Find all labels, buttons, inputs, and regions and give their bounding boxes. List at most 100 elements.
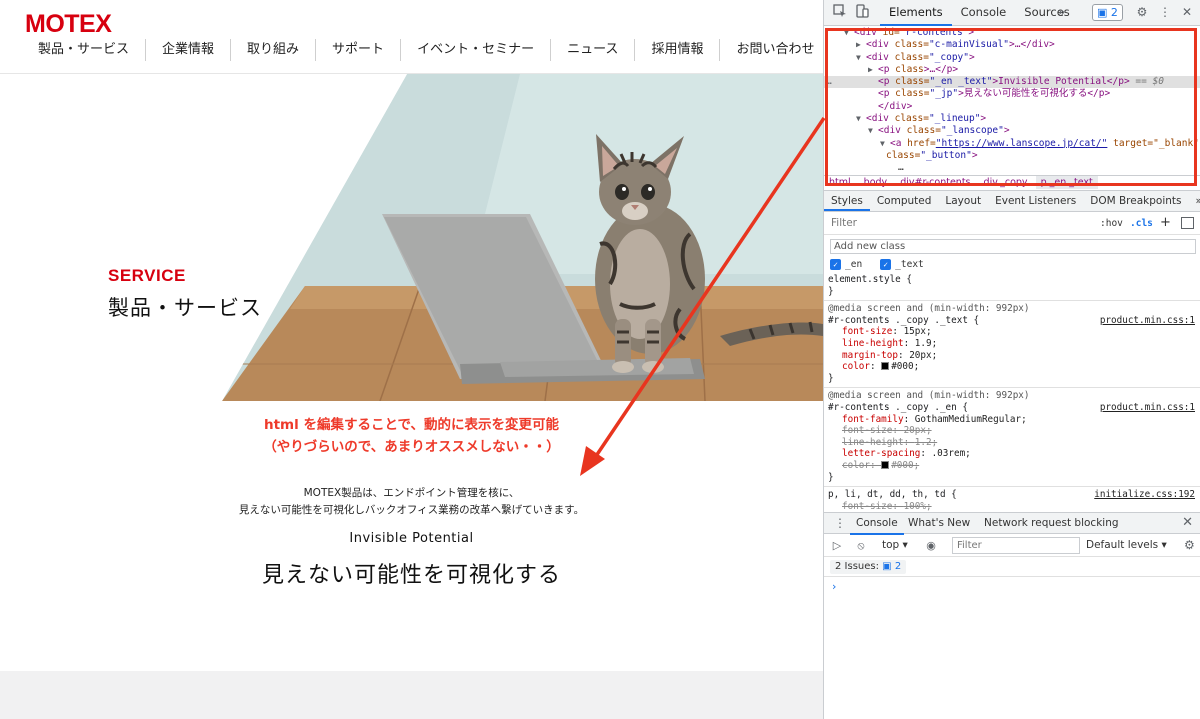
site-header: MOTEX 製品・サービス 企業情報 取り組み サポート イベント・セミナー ニ…: [0, 0, 823, 74]
tab-console[interactable]: Console: [952, 0, 1016, 26]
more-options-icon[interactable]: ⋮: [1157, 4, 1173, 20]
breadcrumb-html[interactable]: html: [824, 176, 856, 189]
close-devtools-icon[interactable]: ✕: [1179, 4, 1195, 20]
dom-node[interactable]: <p class="_jp">見えない可能性を可視化する</p>: [824, 88, 1200, 100]
dom-node-selected[interactable]: … <p class="_en _text">Invisible Potentia…: [824, 76, 1200, 89]
css-property-overridden[interactable]: color: #000;: [828, 460, 1197, 472]
tab-dom-breakpoints[interactable]: DOM Breakpoints: [1083, 191, 1188, 211]
issues-badge[interactable]: ▣ 2: [1092, 4, 1123, 21]
drawer-tab-console[interactable]: Console: [850, 513, 904, 535]
dom-node[interactable]: ▶ <div class="c-mainVisual">…</div>: [824, 39, 1200, 51]
dom-node[interactable]: </div>: [824, 101, 1200, 113]
class-en-label: _en: [845, 259, 863, 270]
tab-sources[interactable]: Sources: [1015, 0, 1079, 26]
drawer-menu-icon[interactable]: ⋮: [834, 516, 846, 530]
issues-count: 2: [1110, 6, 1118, 19]
rule-source-link[interactable]: product.min.css:1: [1100, 315, 1195, 327]
nav-recruit[interactable]: 採用情報: [634, 39, 719, 61]
element-style-selector: element.style {: [828, 274, 912, 285]
dom-node[interactable]: …: [824, 162, 1200, 174]
screenshot-root: MOTEX 製品・サービス 企業情報 取り組み サポート イベント・セミナー ニ…: [0, 0, 1200, 719]
css-property-overridden[interactable]: line-height: 1.2;: [828, 437, 1197, 449]
nav-news[interactable]: ニュース: [550, 39, 634, 61]
class-text-checkbox[interactable]: ✓: [880, 259, 892, 270]
tab-event-listeners[interactable]: Event Listeners: [988, 191, 1083, 211]
css-property[interactable]: font-family: GothamMediumRegular;: [828, 414, 1197, 426]
color-swatch[interactable]: [881, 460, 890, 469]
breadcrumb-body[interactable]: body: [859, 176, 893, 189]
rule-close: }: [828, 471, 834, 483]
rule-selector[interactable]: #r-contents ._copy ._en {product.min.css…: [828, 402, 1197, 414]
css-property[interactable]: font-size: 15px;: [828, 326, 1197, 338]
dom-node[interactable]: ▼ <div class="_lineup">: [824, 113, 1200, 125]
nav-contact[interactable]: お問い合わせ: [719, 39, 823, 61]
clear-console-icon[interactable]: ⦸: [854, 539, 868, 553]
nav-events[interactable]: イベント・セミナー: [400, 39, 550, 61]
color-swatch[interactable]: [881, 362, 890, 371]
tab-computed[interactable]: Computed: [870, 191, 939, 211]
device-toolbar-icon[interactable]: [854, 4, 870, 20]
intro-text: MOTEX製品は、エンドポイント管理を核に、 見えない可能性を可視化しバックオフ…: [0, 485, 823, 519]
css-rules-list: element.style { } @media screen and (min…: [824, 272, 1200, 512]
new-style-rule-plus-icon[interactable]: +: [1160, 215, 1171, 230]
css-property[interactable]: margin-top: 20px;: [828, 350, 1197, 362]
styles-filter-input[interactable]: Filter: [831, 217, 857, 229]
breadcrumb-copy[interactable]: div._copy: [979, 176, 1033, 189]
tab-elements[interactable]: Elements: [880, 0, 952, 26]
css-property[interactable]: color: #000;: [828, 361, 1197, 373]
global-nav: 製品・サービス 企業情報 取り組み サポート イベント・セミナー ニュース 採用…: [22, 38, 823, 62]
issues-link[interactable]: 2 Issues: ▣ 2: [830, 560, 907, 574]
css-property[interactable]: line-height: 1.9;: [828, 338, 1197, 350]
live-expression-eye-icon[interactable]: ◉: [924, 539, 938, 553]
rule-media-query: @media screen and (min-width: 992px): [828, 390, 1030, 402]
motex-logo[interactable]: MOTEX: [25, 10, 112, 39]
website-viewport: MOTEX 製品・サービス 企業情報 取り組み サポート イベント・セミナー ニ…: [0, 0, 823, 719]
rule-selector[interactable]: p, li, dt, dd, th, td {initialize.css:19…: [828, 489, 1197, 501]
dom-node[interactable]: class="_button">: [824, 150, 1200, 162]
rule-source-link[interactable]: initialize.css:192: [1094, 489, 1195, 501]
message-icon: ▣ 2: [882, 561, 902, 572]
element-style-rule: element.style { }: [824, 272, 1200, 302]
settings-gear-icon[interactable]: ⚙: [1134, 4, 1150, 20]
class-toggle[interactable]: .cls: [1130, 218, 1153, 229]
console-settings-gear-icon[interactable]: ⚙: [1184, 538, 1195, 552]
drawer-tab-whats-new[interactable]: What's New: [908, 513, 970, 533]
nav-initiatives[interactable]: 取り組み: [230, 39, 315, 61]
console-sidebar-icon[interactable]: ▷: [830, 539, 844, 553]
drawer-tab-network-blocking[interactable]: Network request blocking: [984, 513, 1119, 533]
rule-source-link[interactable]: product.min.css:1: [1100, 402, 1195, 414]
breadcrumb-en-text[interactable]: p._en._text: [1035, 176, 1098, 189]
dom-node[interactable]: ▼ <div class="_lanscope">: [824, 125, 1200, 137]
inspect-element-icon[interactable]: [832, 4, 848, 20]
rule-close: }: [828, 285, 834, 297]
css-property[interactable]: letter-spacing: .03rem;: [828, 448, 1197, 460]
more-style-tabs-chevron-icon[interactable]: »: [1189, 191, 1200, 211]
log-levels-select[interactable]: Default levels ▾: [1086, 539, 1167, 551]
tab-styles[interactable]: Styles: [824, 191, 870, 211]
close-drawer-icon[interactable]: ✕: [1182, 515, 1193, 530]
breadcrumb-r-contents[interactable]: div#r-contents: [895, 176, 975, 189]
console-prompt[interactable]: ›: [832, 580, 836, 593]
copy-jp-heading: 見えない可能性を可視化する: [261, 563, 561, 588]
nav-support[interactable]: サポート: [315, 39, 400, 61]
nav-company[interactable]: 企業情報: [145, 39, 230, 61]
css-property-overridden[interactable]: font-size: 20px;: [828, 425, 1197, 437]
more-tabs-chevron-icon[interactable]: »: [1058, 0, 1065, 25]
dom-node[interactable]: ▼ <a href="https://www.lanscope.jp/cat/" …: [824, 138, 1200, 150]
css-property-overridden[interactable]: font-size: 100%;: [828, 501, 1197, 512]
tab-layout[interactable]: Layout: [938, 191, 988, 211]
dom-node[interactable]: ▼ <div class="_copy">: [824, 52, 1200, 64]
rule-close: }: [828, 372, 834, 384]
hover-state-toggle[interactable]: :hov: [1100, 218, 1123, 229]
add-class-input[interactable]: Add new class: [830, 239, 1196, 254]
toggle-sidebar-icon[interactable]: [1181, 217, 1194, 229]
rule-selector[interactable]: #r-contents ._copy ._text {product.min.c…: [828, 315, 1197, 327]
dom-node[interactable]: ▶ <p class>…</p>: [824, 64, 1200, 76]
class-en-checkbox[interactable]: ✓: [830, 259, 841, 270]
css-rule-initialize: p, li, dt, dd, th, td {initialize.css:19…: [824, 487, 1200, 512]
dom-node[interactable]: ▼ <div id="r-contents">: [824, 27, 1200, 39]
console-filter-input[interactable]: Filter: [952, 537, 1080, 554]
js-context-select[interactable]: top ▾: [882, 539, 908, 551]
nav-products[interactable]: 製品・サービス: [22, 39, 145, 61]
annotation-note: html を編集することで、動的に表示を変更可能 （やりづらいので、あまりオスス…: [0, 414, 823, 458]
